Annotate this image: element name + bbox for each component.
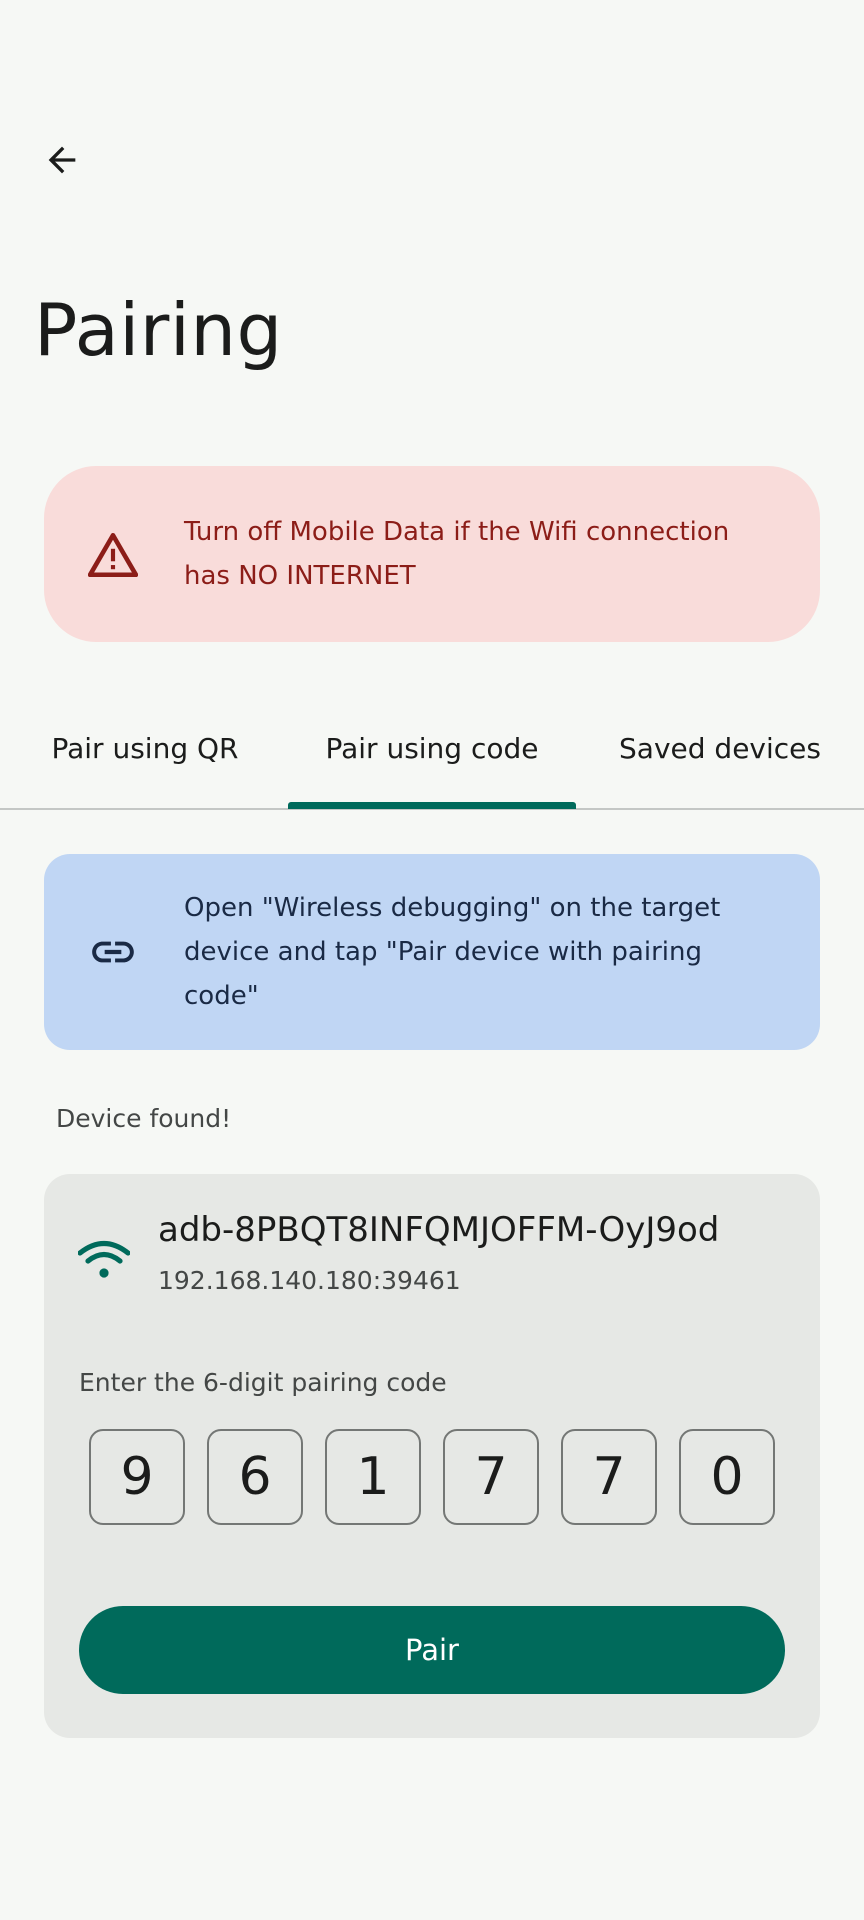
pairing-screen: Pairing Turn off Mobile Data if the Wifi… [0,0,864,1920]
pairing-code-label: Enter the 6-digit pairing code [79,1368,447,1397]
pairing-code-digit-1[interactable]: 9 [89,1429,185,1525]
info-banner: Open "Wireless debugging" on the target … [44,854,820,1050]
warning-banner: Turn off Mobile Data if the Wifi connect… [44,466,820,642]
pairing-code-digit-3[interactable]: 1 [325,1429,421,1525]
warning-text: Turn off Mobile Data if the Wifi connect… [184,517,730,591]
tab-pair-using-qr[interactable]: Pair using QR [20,690,270,808]
pair-button[interactable]: Pair [79,1606,785,1694]
device-card: adb-8PBQT8INFQMJOFFM-OyJ9od 192.168.140.… [44,1174,820,1738]
tab-bar: Pair using QR Pair using code Saved devi… [0,690,864,810]
device-name: adb-8PBQT8INFQMJOFFM-OyJ9od [158,1210,720,1250]
pairing-code-digit-2[interactable]: 6 [207,1429,303,1525]
device-address: 192.168.140.180:39461 [158,1266,461,1295]
warning-triangle-icon [88,531,138,577]
pairing-code-input: 9 6 1 7 7 0 [89,1429,775,1525]
pairing-code-digit-6[interactable]: 0 [679,1429,775,1525]
tab-saved-devices[interactable]: Saved devices [600,690,840,808]
wifi-icon [78,1240,130,1278]
pairing-code-digit-5[interactable]: 7 [561,1429,657,1525]
tab-pair-using-code[interactable]: Pair using code [288,690,576,808]
back-button[interactable] [30,128,94,192]
pairing-code-digit-4[interactable]: 7 [443,1429,539,1525]
arrow-back-icon [48,146,76,174]
page-title: Pairing [34,288,283,372]
device-found-status: Device found! [56,1104,232,1133]
link-icon [88,937,138,967]
selected-tab-indicator [288,802,576,809]
info-text: Open "Wireless debugging" on the target … [184,893,721,1011]
